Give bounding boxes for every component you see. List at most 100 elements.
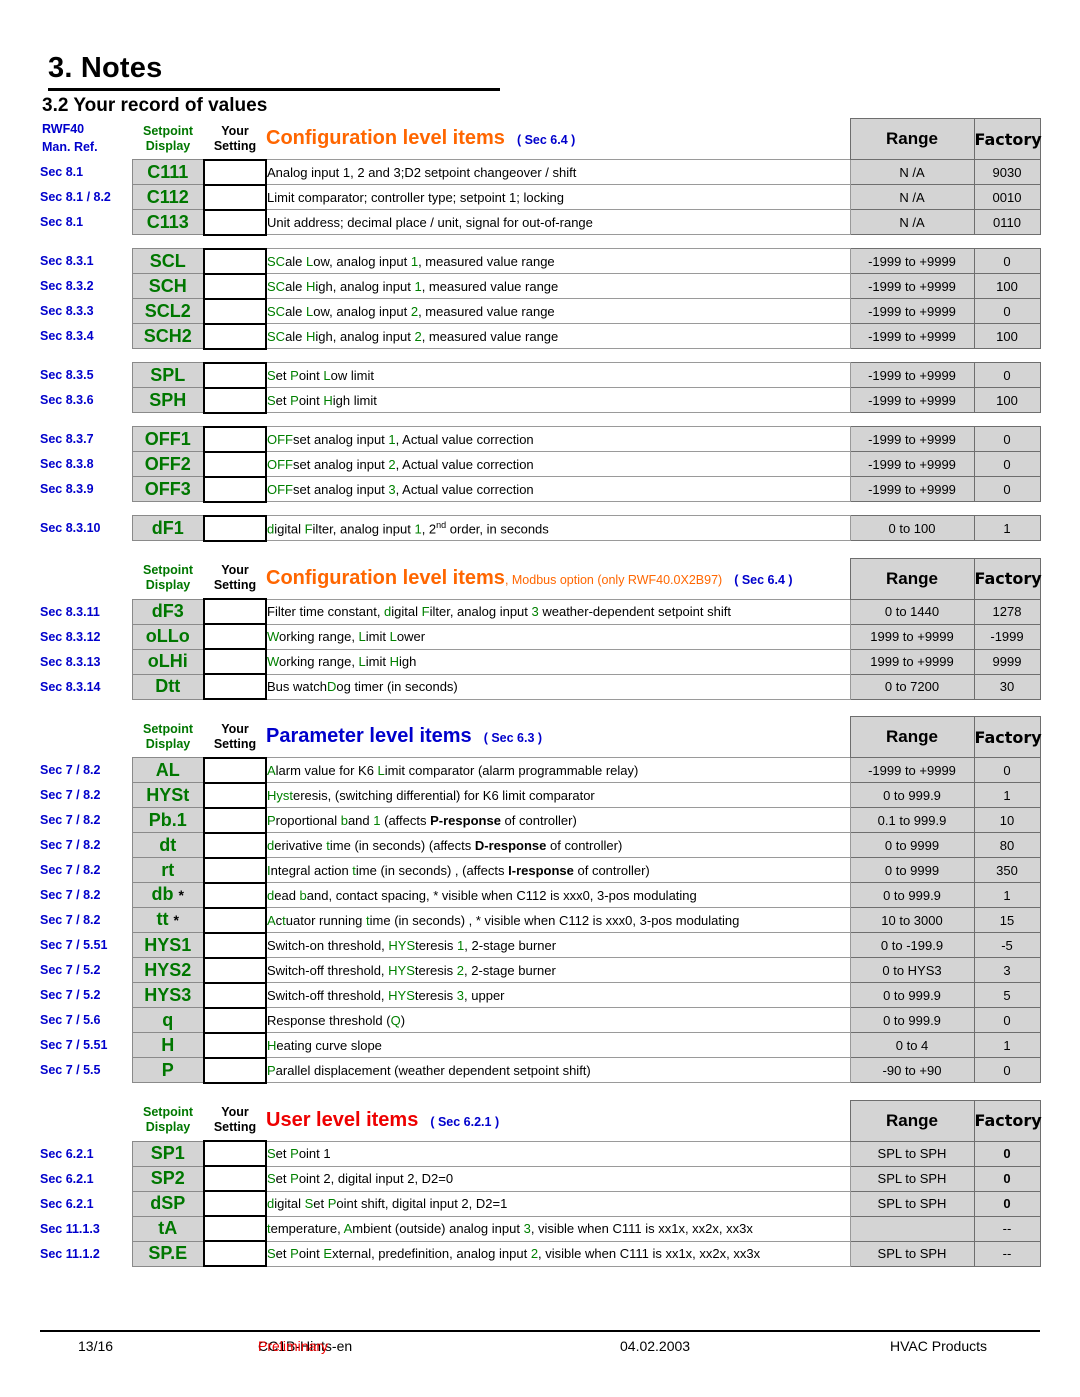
table-row: Sec 11.1.3 tA temperature, Ambient (outsid… bbox=[40, 1215, 1041, 1242]
row-your-setting-input[interactable] bbox=[203, 1240, 267, 1267]
row-range: SPL to SPH bbox=[849, 1240, 975, 1267]
row-your-setting-input[interactable] bbox=[203, 450, 267, 478]
row-your-setting-input[interactable] bbox=[203, 906, 267, 934]
row-factory-value: 15 bbox=[973, 907, 1041, 933]
row-setpoint-display: C112 bbox=[131, 184, 205, 210]
row-setpoint-display: oLLo bbox=[131, 623, 205, 650]
row-your-setting-input[interactable] bbox=[203, 183, 267, 211]
row-your-setting-input[interactable] bbox=[203, 361, 267, 389]
table-row: Sec 7 / 5.2 HYS2 Switch-off threshold, HYS… bbox=[40, 956, 1041, 984]
row-setpoint-display: rt bbox=[131, 857, 205, 883]
row-range: -1999 to +9999 bbox=[849, 273, 975, 299]
group-spacer bbox=[40, 235, 1040, 249]
row-range: SPL to SPH bbox=[849, 1165, 975, 1192]
row-setpoint-display: SCL2 bbox=[131, 298, 205, 324]
table-row: Sec 6.2.1 dSP digital Set Point shift, dig… bbox=[40, 1190, 1041, 1217]
row-your-setting-input[interactable] bbox=[203, 756, 267, 784]
row-manual-ref: Sec 8.3.7 bbox=[40, 432, 94, 446]
row-your-setting-input[interactable] bbox=[203, 956, 267, 984]
row-range: -1999 to +9999 bbox=[849, 362, 975, 388]
table-row: Sec 8.1 C111 Analog input 1, 2 and 3;D2 se… bbox=[40, 158, 1041, 186]
section-header-row: Setpoint Display Your Setting Parameter leve… bbox=[40, 716, 1042, 758]
row-range: 1999 to +9999 bbox=[849, 648, 975, 675]
row-your-setting-input[interactable] bbox=[203, 322, 267, 350]
row-manual-ref: Sec 7 / 8.2 bbox=[40, 888, 101, 902]
row-setpoint-display: SCL bbox=[131, 248, 205, 274]
row-setpoint-display: OFF3 bbox=[131, 476, 205, 502]
table-row: Sec 8.3.9 OFF3 OFFset analog input 3, Actu… bbox=[40, 475, 1041, 503]
row-setpoint-display: P bbox=[131, 1057, 205, 1083]
spacer-cell bbox=[40, 717, 132, 758]
row-your-setting-input[interactable] bbox=[203, 475, 267, 503]
row-description: Set Point High limit bbox=[266, 387, 851, 413]
table-row: Sec 8.3.6 SPH Set Point High limit -1999 to… bbox=[40, 386, 1041, 414]
row-description: Working range, Limit Lower bbox=[266, 623, 851, 650]
section-title-user: User level items( Sec 6.2.1 ) bbox=[266, 1108, 500, 1131]
row-your-setting-input[interactable] bbox=[203, 1215, 267, 1242]
table-row: Sec 7 / 8.2 rt Integral action time (in se… bbox=[40, 856, 1041, 884]
row-your-setting-input[interactable] bbox=[203, 1031, 267, 1059]
row-your-setting-input[interactable] bbox=[203, 831, 267, 859]
row-setpoint-display: dt bbox=[131, 832, 205, 858]
table-row: Sec 8.3.4 SCH2 SCale High, analog input 2,… bbox=[40, 322, 1041, 350]
row-description: digital Set Point shift, digital input 2… bbox=[266, 1190, 851, 1217]
row-your-setting-input[interactable] bbox=[203, 297, 267, 325]
row-description: Integral action time (in seconds) , (aff… bbox=[266, 857, 851, 883]
table-row: Sec 7 / 8.2 Pb.1 Proportional band 1 (affe… bbox=[40, 806, 1041, 834]
row-your-setting-input[interactable] bbox=[203, 514, 267, 542]
row-factory-value: 100 bbox=[973, 273, 1041, 299]
row-factory-value: -5 bbox=[973, 932, 1041, 958]
footer-status-badge: Preliminary bbox=[258, 1338, 329, 1354]
section-table-parameter: Setpoint Display Your Setting Parameter leve… bbox=[40, 716, 1042, 1084]
row-setpoint-display: C113 bbox=[131, 209, 205, 235]
row-factory-value: 0 bbox=[973, 757, 1041, 783]
row-description: Parallel displacement (weather dependent… bbox=[266, 1057, 851, 1083]
row-manual-ref: Sec 8.1 bbox=[40, 165, 84, 179]
row-your-setting-input[interactable] bbox=[203, 208, 267, 236]
title-rule bbox=[48, 88, 500, 91]
table-row: Sec 7 / 5.6 q Response threshold (Q) 0 to 9… bbox=[40, 1006, 1041, 1034]
row-description: temperature, Ambient (outside) analog in… bbox=[266, 1215, 851, 1242]
row-range: -1999 to +9999 bbox=[849, 426, 975, 452]
row-manual-ref: Sec 8.3.10 bbox=[40, 521, 101, 535]
row-range: N /A bbox=[849, 209, 975, 235]
row-your-setting-input[interactable] bbox=[203, 981, 267, 1009]
row-manual-ref: Sec 7 / 8.2 bbox=[40, 813, 101, 827]
row-manual-ref: Sec 8.3.5 bbox=[40, 368, 94, 382]
row-your-setting-input[interactable] bbox=[203, 673, 267, 700]
row-your-setting-input[interactable] bbox=[203, 158, 267, 186]
row-your-setting-input[interactable] bbox=[203, 1006, 267, 1034]
row-factory-value: 3 bbox=[973, 957, 1041, 983]
row-description: Filter time constant, digital Filter, an… bbox=[266, 598, 851, 625]
row-setpoint-display: HYS1 bbox=[131, 932, 205, 958]
row-your-setting-input[interactable] bbox=[203, 1140, 267, 1167]
row-your-setting-input[interactable] bbox=[203, 623, 267, 650]
row-your-setting-input[interactable] bbox=[203, 781, 267, 809]
row-your-setting-input[interactable] bbox=[203, 272, 267, 300]
row-your-setting-input[interactable] bbox=[203, 425, 267, 453]
row-your-setting-input[interactable] bbox=[203, 598, 267, 625]
row-description: derivative time (in seconds) (affects D-… bbox=[266, 832, 851, 858]
row-manual-ref: Sec 7 / 5.5 bbox=[40, 1063, 101, 1077]
row-your-setting-input[interactable] bbox=[203, 1165, 267, 1192]
row-your-setting-input[interactable] bbox=[203, 247, 267, 275]
row-your-setting-input[interactable] bbox=[203, 931, 267, 959]
row-your-setting-input[interactable] bbox=[203, 648, 267, 675]
table-row: Sec 8.3.11 dF3 Filter time constant, digit… bbox=[40, 598, 1041, 625]
row-your-setting-input[interactable] bbox=[203, 856, 267, 884]
row-your-setting-input[interactable] bbox=[203, 1056, 267, 1084]
row-your-setting-input[interactable] bbox=[203, 881, 267, 909]
row-factory-value: 100 bbox=[973, 387, 1041, 413]
row-manual-ref: Sec 8.3.3 bbox=[40, 304, 94, 318]
row-factory-value: 1 bbox=[973, 515, 1041, 541]
row-manual-ref: Sec 6.2.1 bbox=[40, 1196, 94, 1211]
row-your-setting-input[interactable] bbox=[203, 1190, 267, 1217]
row-setpoint-display: H bbox=[131, 1032, 205, 1058]
row-description: OFFset analog input 3, Actual value corr… bbox=[266, 476, 851, 502]
row-range: 0.1 to 999.9 bbox=[849, 807, 975, 833]
row-manual-ref: Sec 8.3.11 bbox=[40, 604, 100, 619]
row-factory-value: 1278 bbox=[973, 598, 1041, 625]
row-your-setting-input[interactable] bbox=[203, 386, 267, 414]
row-your-setting-input[interactable] bbox=[203, 806, 267, 834]
